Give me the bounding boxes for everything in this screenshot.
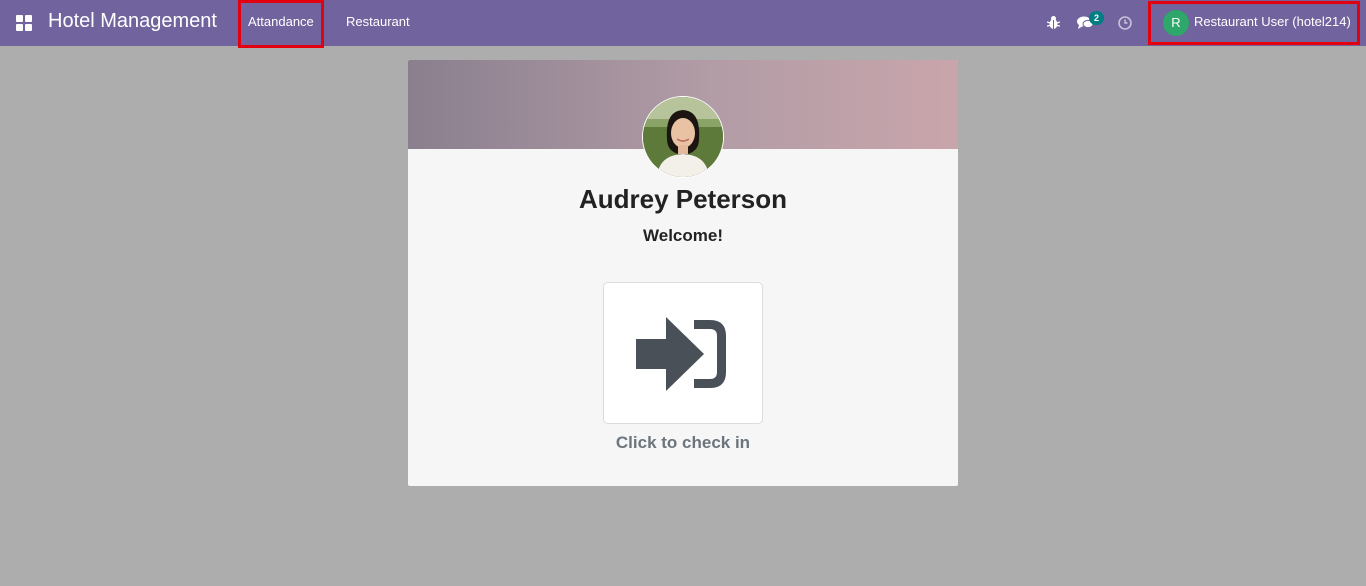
bug-icon[interactable]: [1047, 15, 1060, 30]
check-in-button[interactable]: [603, 282, 763, 424]
kiosk-card: Audrey Peterson Welcome! Click to check …: [408, 60, 958, 486]
employee-name: Audrey Peterson: [578, 184, 788, 214]
highlight-box-user: [1148, 1, 1360, 45]
apps-grid-icon[interactable]: [16, 15, 32, 31]
check-in-label: Click to check in: [615, 433, 751, 452]
top-navbar: Hotel Management Attandance Restaurant 2…: [0, 0, 1366, 48]
menu-item-restaurant[interactable]: Restaurant: [346, 14, 410, 29]
sign-in-icon: [636, 317, 726, 391]
chat-badge: 2: [1089, 11, 1104, 25]
highlight-box-attendance: [238, 0, 324, 48]
app-title[interactable]: Hotel Management: [48, 10, 217, 33]
welcome-message: Welcome!: [643, 226, 723, 245]
employee-photo: [642, 96, 724, 178]
clock-icon[interactable]: [1118, 16, 1132, 30]
